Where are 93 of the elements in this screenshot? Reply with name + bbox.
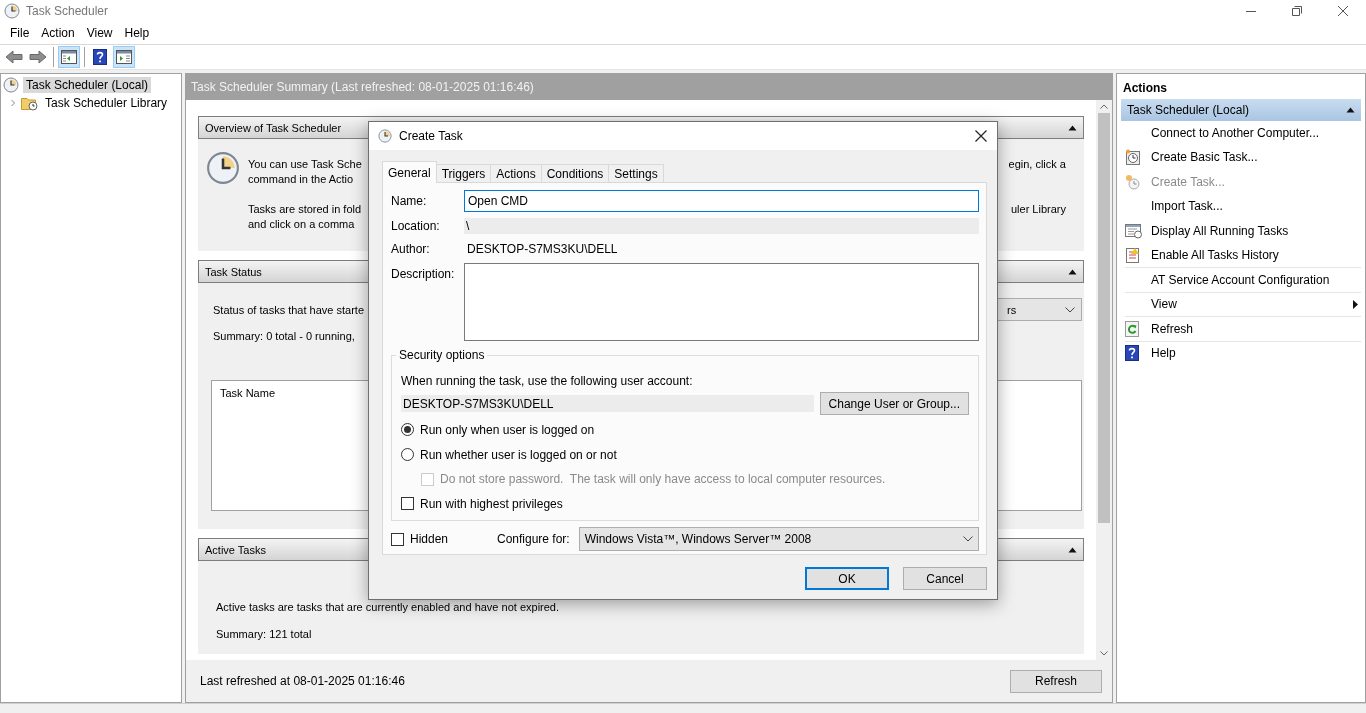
field-label: Name: <box>391 194 428 208</box>
tab[interactable]: Settings <box>608 164 664 183</box>
toolbar-button[interactable] <box>113 46 135 68</box>
configure-dropdown[interactable]: Windows Vista™, Windows Server™ 2008 <box>578 527 979 551</box>
folder-clock-icon <box>21 95 38 111</box>
tab[interactable]: Triggers <box>435 164 492 183</box>
scroll-up-icon[interactable] <box>1100 104 1108 109</box>
option-label: Do not store password. The task will only have access to local computer resources. <box>440 472 886 486</box>
collapse-arrow-icon[interactable] <box>1068 124 1077 131</box>
action-link[interactable]: Import Task... <box>1151 199 1223 214</box>
menu-item[interactable]: View <box>80 26 119 40</box>
collapse-arrow-icon[interactable] <box>1068 546 1077 553</box>
overview-text: command in the Actio <box>248 172 354 185</box>
action-link[interactable]: Display All Running Tasks <box>1151 223 1289 238</box>
overview-text: uler Library <box>1010 202 1066 215</box>
action-link[interactable]: Enable All Tasks History <box>1151 248 1279 263</box>
option-label: Hidden <box>410 532 450 546</box>
dialog-button[interactable]: Cancel <box>903 567 987 590</box>
toolbar-button[interactable] <box>58 46 80 68</box>
help-icon <box>1125 345 1139 362</box>
task-list-icon <box>1125 222 1143 239</box>
tree-item[interactable]: Task Scheduler Library <box>42 95 171 111</box>
log-icon <box>1125 247 1141 264</box>
pane-toggle-icon <box>116 50 132 64</box>
minimize-icon[interactable] <box>1246 10 1256 12</box>
collapse-arrow-icon[interactable] <box>1346 107 1355 113</box>
option-label: Run with highest privileges <box>420 496 563 511</box>
option-label: Run only when user is logged on <box>420 422 595 437</box>
overview-text: You can use Task Sche <box>248 157 362 170</box>
account-prompt: When running the task, use the following user account: <box>401 374 694 388</box>
field-label: Location: <box>391 219 441 233</box>
location-field: \ <box>464 218 979 234</box>
field-label: Description: <box>391 266 456 281</box>
dialog-button[interactable]: OK <box>805 567 889 590</box>
restore-icon[interactable] <box>1292 6 1302 16</box>
column-header: Task Name <box>220 387 276 399</box>
overview-text: Tasks are stored in fold <box>248 202 362 215</box>
tree-item[interactable]: Task Scheduler (Local) <box>23 77 152 93</box>
field-label: Author: <box>391 242 431 256</box>
action-link[interactable]: Refresh <box>1151 321 1194 336</box>
active-summary: Summary: 121 total <box>216 628 313 640</box>
clock-icon <box>3 77 19 93</box>
checkbox[interactable] <box>391 532 404 546</box>
forward-arrow-icon <box>29 50 47 64</box>
action-link[interactable]: Create Basic Task... <box>1151 150 1258 165</box>
pane-toggle-icon <box>61 50 77 64</box>
action-group-header[interactable]: Task Scheduler (Local) <box>1121 99 1361 121</box>
radio-button[interactable] <box>401 448 414 461</box>
clock-icon <box>206 151 240 185</box>
change-user-button[interactable]: Change User or Group... <box>819 392 969 415</box>
dialog-title: Create Task <box>399 129 463 143</box>
group-title: Security options <box>396 348 488 362</box>
name-field[interactable]: Open CMD <box>464 190 979 212</box>
scroll-thumb[interactable] <box>1098 113 1110 523</box>
help-icon <box>93 49 107 65</box>
action-link[interactable]: AT Service Account Configuration <box>1151 272 1330 287</box>
action-link[interactable]: Help <box>1151 346 1176 361</box>
back-arrow-icon <box>5 50 23 64</box>
option-label: Run whether user is logged on or not <box>420 447 617 462</box>
refresh-button[interactable]: Refresh <box>1010 669 1102 693</box>
dropdown-caret-icon <box>1065 306 1075 313</box>
clock-icon <box>378 129 392 143</box>
author-value: DESKTOP-S7MS3KU\DELL <box>466 242 618 256</box>
menu-item[interactable]: Help <box>118 26 156 40</box>
close-icon[interactable] <box>975 130 987 142</box>
last-refreshed-text: Last refreshed at 08-01-2025 01:16:46 <box>200 674 405 688</box>
refresh-icon <box>1125 320 1139 337</box>
close-icon[interactable] <box>1338 6 1348 16</box>
checkbox[interactable] <box>401 497 414 510</box>
description-field[interactable] <box>464 263 979 341</box>
action-link[interactable]: View <box>1151 297 1177 312</box>
user-account-field: DESKTOP-S7MS3KU\DELL <box>401 395 814 412</box>
overview-text: and click on a comma <box>248 217 355 230</box>
active-tasks-text: Active tasks are tasks that are currently enabled and have not expired. <box>216 601 561 613</box>
clock-star-icon <box>1125 173 1141 190</box>
collapse-arrow-icon[interactable] <box>1068 268 1077 275</box>
window-title: Task Scheduler <box>26 4 109 18</box>
status-text: Status of tasks that have starte <box>213 303 365 316</box>
field-label: Configure for: <box>497 532 570 546</box>
status-summary: Summary: 0 total - 0 running, <box>213 330 356 342</box>
menu-item[interactable]: Action <box>35 26 81 40</box>
action-link[interactable]: Connect to Another Computer... <box>1151 125 1320 140</box>
dropdown-caret-icon <box>963 536 973 542</box>
overview-text: egin, click a <box>1008 157 1066 170</box>
submenu-arrow-icon <box>1353 299 1358 309</box>
pane-title: Actions <box>1122 80 1168 97</box>
pane-header: Task Scheduler Summary (Last refreshed: 08-01-2025 01:16:46) <box>186 74 1112 100</box>
menu-item[interactable]: File <box>4 26 36 40</box>
clock-wand-icon <box>1125 149 1141 166</box>
scroll-down-icon[interactable] <box>1100 651 1108 656</box>
radio-button[interactable] <box>401 423 414 436</box>
tab[interactable]: General <box>382 161 437 183</box>
clock-icon <box>4 3 20 19</box>
